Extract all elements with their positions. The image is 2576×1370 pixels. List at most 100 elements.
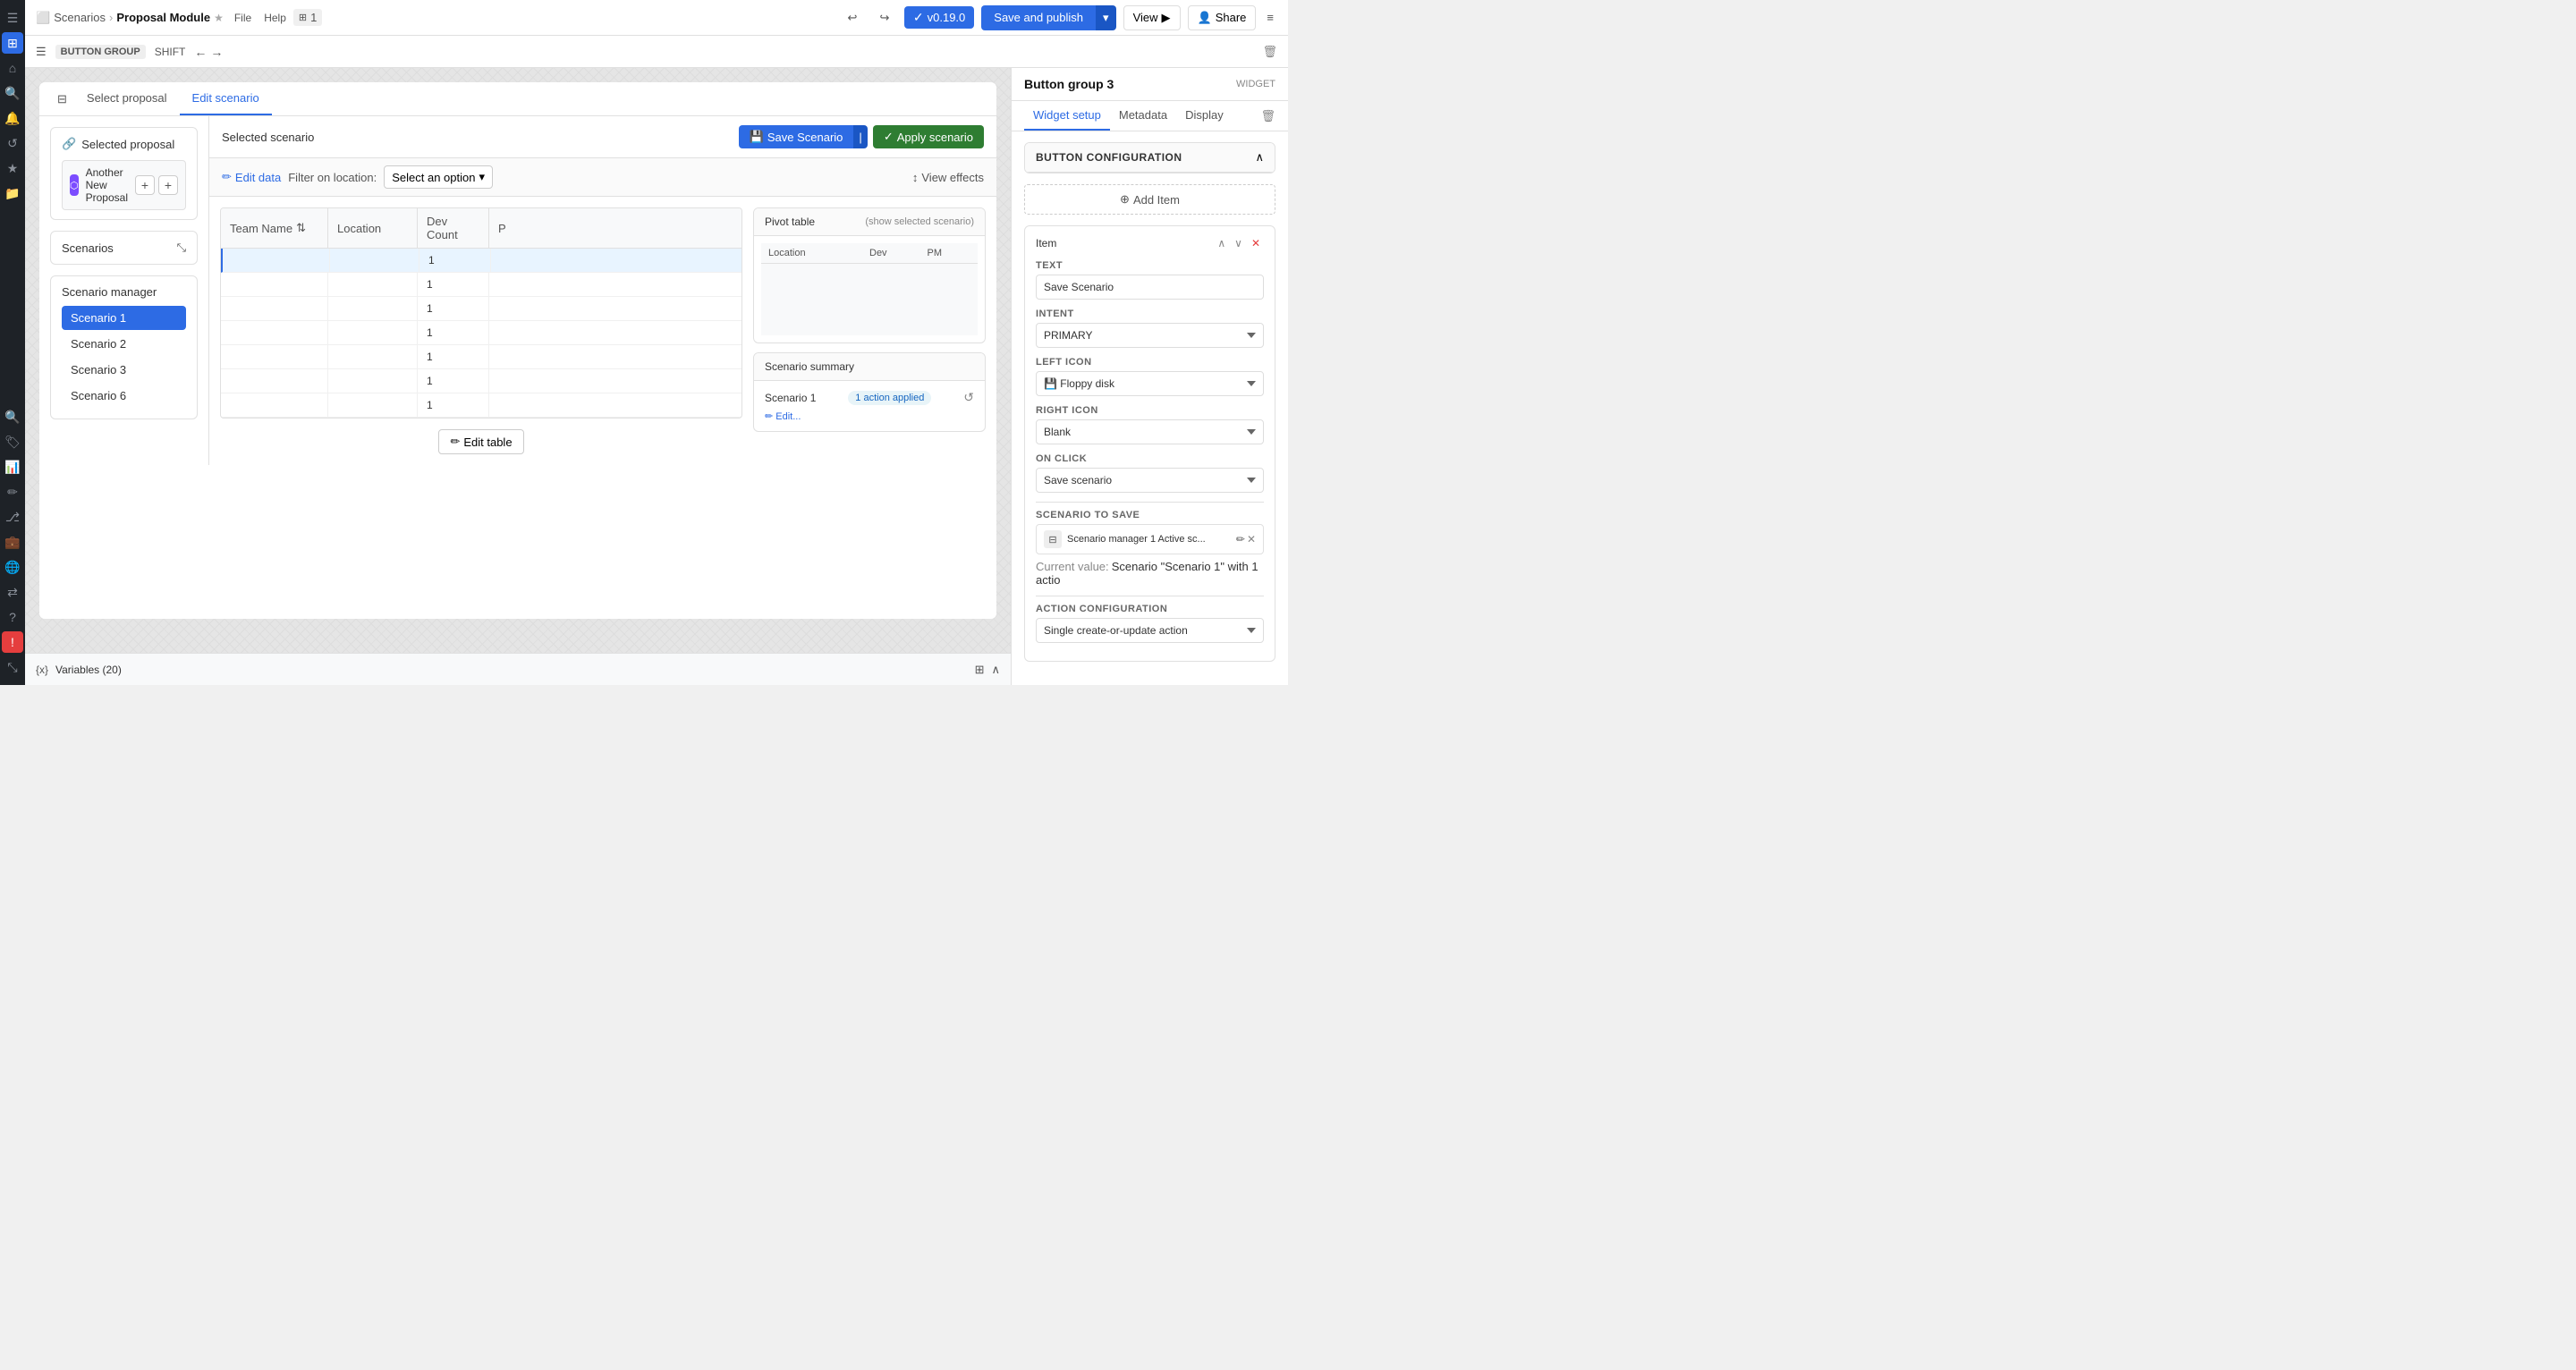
sidebar-icon-search2[interactable]: 🔍 bbox=[2, 406, 23, 427]
config-trash-button[interactable]: 🗑 bbox=[1260, 109, 1275, 123]
action-config-select[interactable]: Single create-or-update action bbox=[1036, 618, 1264, 643]
sidebar-icon-alert[interactable]: ! bbox=[2, 631, 23, 653]
sort-icon[interactable]: ⇅ bbox=[296, 221, 306, 235]
add-plus-2[interactable]: + bbox=[158, 175, 178, 195]
scenarios-expand[interactable]: ⤡ bbox=[177, 241, 186, 255]
scenario-save-delete[interactable]: ✕ bbox=[1247, 533, 1256, 545]
intent-select[interactable]: PRIMARY bbox=[1036, 323, 1264, 348]
content-area: ⊟ Select proposal Edit scenario bbox=[25, 68, 1288, 685]
sidebar-icon-globe[interactable]: 🌐 bbox=[2, 556, 23, 578]
nav-prev[interactable]: ← bbox=[194, 45, 207, 59]
view-button[interactable]: View ▶ bbox=[1123, 5, 1181, 30]
sidebar-icon-pencil[interactable]: ✏ bbox=[2, 481, 23, 503]
sidebar-icon-shuffle[interactable]: ⇄ bbox=[2, 581, 23, 603]
scenario-item-1[interactable]: Scenario 1 bbox=[62, 306, 186, 330]
pivot-th-location: Location bbox=[761, 243, 862, 264]
variables-collapse-button[interactable]: ∧ bbox=[991, 663, 1000, 677]
sidebar-icon-branch[interactable]: ⎇ bbox=[2, 506, 23, 528]
breadcrumb-star[interactable]: ★ bbox=[214, 12, 224, 24]
scenario-item-4[interactable]: Scenario 6 bbox=[62, 384, 186, 408]
apply-scenario-button[interactable]: ✓ Apply scenario bbox=[873, 125, 984, 148]
button-config-header[interactable]: BUTTON CONFIGURATION ∧ bbox=[1025, 143, 1275, 173]
select-option-button[interactable]: Select an option ▾ bbox=[384, 165, 493, 189]
config-body: BUTTON CONFIGURATION ∧ ⊕ Add Item Item ∧ bbox=[1012, 131, 1288, 685]
action-config-group: ACTION CONFIGURATION Single create-or-up… bbox=[1036, 604, 1264, 643]
item-move-up[interactable]: ∧ bbox=[1214, 235, 1229, 251]
right-icon-field-group: RIGHT ICON Blank bbox=[1036, 405, 1264, 444]
table-row[interactable]: 1 bbox=[221, 249, 741, 273]
current-value-label: Current value: bbox=[1036, 560, 1109, 573]
edit-data-button[interactable]: ✏ Edit data bbox=[222, 170, 281, 184]
td-dev-6: 1 bbox=[418, 369, 489, 393]
summary-panel-header: Scenario summary bbox=[754, 353, 985, 381]
sidebar-icon-tag[interactable]: 🏷 bbox=[2, 431, 23, 452]
edit-pencil-icon: ✏ bbox=[222, 170, 232, 184]
tab-select-proposal[interactable]: Select proposal bbox=[74, 82, 180, 115]
redo-button[interactable]: ↪ bbox=[872, 5, 897, 30]
version-badge: ✓ v0.19.0 bbox=[904, 6, 974, 29]
scenario-save-edit[interactable]: ✏ bbox=[1236, 533, 1245, 545]
undo-button[interactable]: ↩ bbox=[840, 5, 865, 30]
on-click-select[interactable]: Save scenario bbox=[1036, 468, 1264, 493]
variables-filter-button[interactable]: ⊞ bbox=[975, 663, 985, 677]
sidebar-icon-menu[interactable]: ☰ bbox=[2, 7, 23, 29]
table-row[interactable]: 1 bbox=[221, 273, 741, 297]
sidebar-icon-expand[interactable]: ⤡ bbox=[2, 656, 23, 678]
reset-button[interactable]: ↺ bbox=[963, 390, 974, 405]
sidebar-icon-search[interactable]: 🔍 bbox=[2, 82, 23, 104]
widget-tab-icon[interactable]: ⊟ bbox=[50, 83, 74, 115]
scenario-item-2[interactable]: Scenario 2 bbox=[62, 332, 186, 356]
summary-title: Scenario summary bbox=[765, 360, 854, 373]
view-label: View bbox=[1133, 11, 1158, 24]
share-button[interactable]: 👤 Share bbox=[1188, 5, 1257, 30]
table-row[interactable]: 1 bbox=[221, 345, 741, 369]
nav-next[interactable]: → bbox=[210, 45, 223, 59]
more-menu-button[interactable]: ≡ bbox=[1263, 7, 1277, 28]
table-row[interactable]: 1 bbox=[221, 297, 741, 321]
breadcrumb-scenarios[interactable]: Scenarios bbox=[54, 11, 106, 24]
file-menu[interactable]: File bbox=[229, 10, 257, 26]
sidebar-icon-chart[interactable]: 📊 bbox=[2, 456, 23, 478]
add-btns: + + bbox=[135, 175, 178, 195]
item-delete[interactable]: ✕ bbox=[1248, 235, 1264, 251]
breadcrumb-icon: ⬜ bbox=[36, 11, 50, 25]
help-menu[interactable]: Help bbox=[258, 10, 292, 26]
page-num-value: 1 bbox=[310, 11, 317, 24]
sidebar-icon-history[interactable]: ↺ bbox=[2, 132, 23, 154]
variables-label: Variables (20) bbox=[55, 664, 122, 676]
dropdown-chevron-icon: ▾ bbox=[479, 170, 485, 184]
item-move-down[interactable]: ∨ bbox=[1231, 235, 1246, 251]
edit-data-label: Edit data bbox=[235, 171, 281, 184]
add-item-button[interactable]: ⊕ Add Item bbox=[1024, 184, 1275, 215]
sidebar-icon-home[interactable]: ⌂ bbox=[2, 57, 23, 79]
tab-widget-setup[interactable]: Widget setup bbox=[1024, 101, 1110, 131]
right-icon-select[interactable]: Blank bbox=[1036, 419, 1264, 444]
sidebar-toggle[interactable]: ☰ bbox=[36, 45, 47, 59]
save-publish-button[interactable]: Save and publish bbox=[981, 5, 1096, 30]
table-row[interactable]: 1 bbox=[221, 321, 741, 345]
summary-edit-btn[interactable]: ✏ Edit... bbox=[765, 410, 801, 422]
tab-display[interactable]: Display bbox=[1176, 101, 1233, 131]
save-scenario-button[interactable]: 💾 Save Scenario bbox=[739, 125, 854, 148]
toolbar-row: ✏ Edit data Filter on location: Select a… bbox=[209, 158, 996, 197]
save-publish-dropdown[interactable]: ▾ bbox=[1096, 5, 1116, 30]
delete-button[interactable]: 🗑 bbox=[1262, 45, 1277, 59]
tab-metadata[interactable]: Metadata bbox=[1110, 101, 1176, 131]
table-row[interactable]: 1 bbox=[221, 369, 741, 393]
sidebar-icon-folder[interactable]: 📁 bbox=[2, 182, 23, 204]
sidebar-icon-briefcase[interactable]: 💼 bbox=[2, 531, 23, 553]
add-plus-1[interactable]: + bbox=[135, 175, 155, 195]
table-row[interactable]: 1 bbox=[221, 393, 741, 418]
sidebar-icon-star[interactable]: ★ bbox=[2, 157, 23, 179]
tab-edit-scenario[interactable]: Edit scenario bbox=[180, 82, 272, 115]
sidebar-icon-question[interactable]: ? bbox=[2, 606, 23, 628]
view-effects-button[interactable]: ↕ View effects bbox=[912, 171, 984, 184]
edit-table-button[interactable]: ✏ Edit table bbox=[438, 429, 523, 454]
save-scenario-dropdown[interactable]: | bbox=[853, 125, 867, 148]
scenario-item-3[interactable]: Scenario 3 bbox=[62, 358, 186, 382]
sidebar-icon-bell[interactable]: 🔔 bbox=[2, 107, 23, 129]
main-content: ⬜ Scenarios › Proposal Module ★ File Hel… bbox=[25, 0, 1288, 685]
left-icon-select[interactable]: 💾 Floppy disk bbox=[1036, 371, 1264, 396]
text-input[interactable] bbox=[1036, 275, 1264, 300]
sidebar-icon-grid[interactable]: ⊞ bbox=[2, 32, 23, 54]
